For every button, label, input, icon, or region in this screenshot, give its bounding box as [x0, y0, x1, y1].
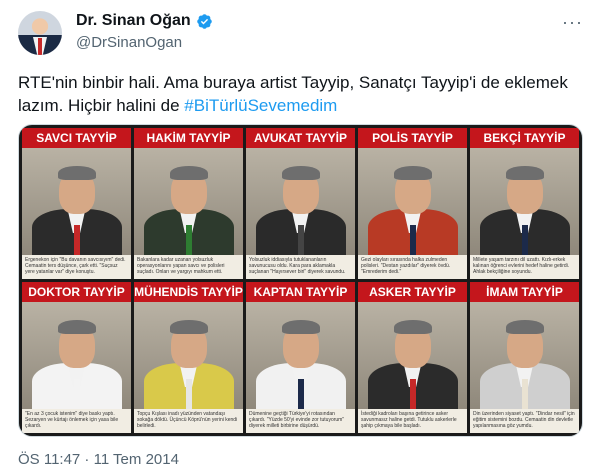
panel-photo — [246, 302, 355, 409]
panel-photo — [470, 148, 579, 255]
figure-hair — [281, 166, 320, 180]
panel-title: ASKER TAYYİP — [358, 282, 467, 302]
figure-tie — [409, 225, 416, 255]
panel-title: MÜHENDİS TAYYİP — [134, 282, 243, 302]
author-name[interactable]: Dr. Sinan Oğan — [76, 12, 191, 30]
tweet-timestamp[interactable]: ÖS 11:47 · 11 Tem 2014 — [18, 451, 179, 468]
media-panel: KAPTAN TAYYİP Dümenine geçtiği Türkiye'yi… — [246, 282, 355, 433]
tweet-media-image[interactable]: SAVCI TAYYİP Ergenekon için "Bu davanın s… — [18, 124, 583, 437]
panel-title: SAVCI TAYYİP — [22, 128, 131, 148]
panel-caption: Bakanlara kadar uzanan yolsuzluk operasy… — [134, 255, 243, 279]
panel-photo — [358, 148, 467, 255]
hashtag-link[interactable]: #BiTürlüSevemedim — [184, 96, 337, 115]
panel-photo — [134, 148, 243, 255]
media-panel: AVUKAT TAYYİP Yolsuzluk iddiasıyla tutukl… — [246, 128, 355, 279]
figure-tie — [297, 379, 304, 409]
panel-title: İMAM TAYYİP — [470, 282, 579, 302]
panel-caption: Yolsuzluk iddiasıyla tutuklananların sav… — [246, 255, 355, 279]
tweet-text: RTE'nin binbir hali. Ama buraya artist T… — [18, 71, 583, 117]
figure-hair — [505, 320, 544, 334]
media-panel: SAVCI TAYYİP Ergenekon için "Bu davanın s… — [22, 128, 131, 279]
media-panel: HAKİM TAYYİP Bakanlara kadar uzanan yolsu… — [134, 128, 243, 279]
author-handle[interactable]: @DrSinanOgan — [76, 34, 182, 51]
panel-caption: Dümenine geçtiği Türkiye'yi rotasından ç… — [246, 409, 355, 433]
panel-photo — [22, 148, 131, 255]
media-panel: ASKER TAYYİP İstediği kadroları başına ge… — [358, 282, 467, 433]
figure-hair — [169, 166, 208, 180]
panel-photo — [22, 302, 131, 409]
panel-title: DOKTOR TAYYİP — [22, 282, 131, 302]
panel-photo — [246, 148, 355, 255]
author-name-row: Dr. Sinan Oğan — [76, 12, 213, 30]
figure-hair — [393, 320, 432, 334]
figure-hair — [169, 320, 208, 334]
panel-title: HAKİM TAYYİP — [134, 128, 243, 148]
panel-caption: Topçu Kışlası inadı yüzünden vatandaşı s… — [134, 409, 243, 433]
panel-caption: Ergenekon için "Bu davanın savcısıyım" d… — [22, 255, 131, 279]
media-panel: POLİS TAYYİP Gezi olayları sırasında halk… — [358, 128, 467, 279]
panel-caption: Millete yaşam tarzını dil uzattı. Kızlı-… — [470, 255, 579, 279]
figure-tie — [521, 379, 528, 409]
media-panel: BEKÇİ TAYYİP Millete yaşam tarzını dil uz… — [470, 128, 579, 279]
avatar-tie — [38, 38, 42, 55]
media-panel: MÜHENDİS TAYYİP Topçu Kışlası inadı yüzün… — [134, 282, 243, 433]
media-panel: İMAM TAYYİP Din üzerinden siyaset yaptı. … — [470, 282, 579, 433]
panel-caption: Gezi olayları sırasında halka zulmeden p… — [358, 255, 467, 279]
panel-title: POLİS TAYYİP — [358, 128, 467, 148]
figure-tie — [73, 379, 80, 409]
figure-hair — [505, 166, 544, 180]
tweet-card: Dr. Sinan Oğan @DrSinanOgan ··· RTE'nin … — [0, 0, 599, 473]
panel-caption: İstediği kadroları başına getirince aske… — [358, 409, 467, 433]
author-avatar[interactable] — [18, 11, 62, 55]
more-options-icon[interactable]: ··· — [562, 12, 583, 33]
panel-title: KAPTAN TAYYİP — [246, 282, 355, 302]
panel-photo — [358, 302, 467, 409]
panel-caption: "En az 3 çocuk istenim" diye baskı yaptı… — [22, 409, 131, 433]
figure-tie — [185, 225, 192, 255]
figure-hair — [57, 166, 96, 180]
panel-caption: Din üzerinden siyaset yaptı. "Dindar nes… — [470, 409, 579, 433]
figure-hair — [281, 320, 320, 334]
figure-hair — [393, 166, 432, 180]
figure-tie — [73, 225, 80, 255]
figure-tie — [297, 225, 304, 255]
figure-tie — [521, 225, 528, 255]
figure-hair — [57, 320, 96, 334]
media-panel: DOKTOR TAYYİP "En az 3 çocuk istenim" diy… — [22, 282, 131, 433]
figure-tie — [409, 379, 416, 409]
panel-photo — [134, 302, 243, 409]
panel-title: BEKÇİ TAYYİP — [470, 128, 579, 148]
verified-badge-icon — [196, 13, 212, 29]
panel-title: AVUKAT TAYYİP — [246, 128, 355, 148]
figure-tie — [185, 379, 192, 409]
panel-photo — [470, 302, 579, 409]
